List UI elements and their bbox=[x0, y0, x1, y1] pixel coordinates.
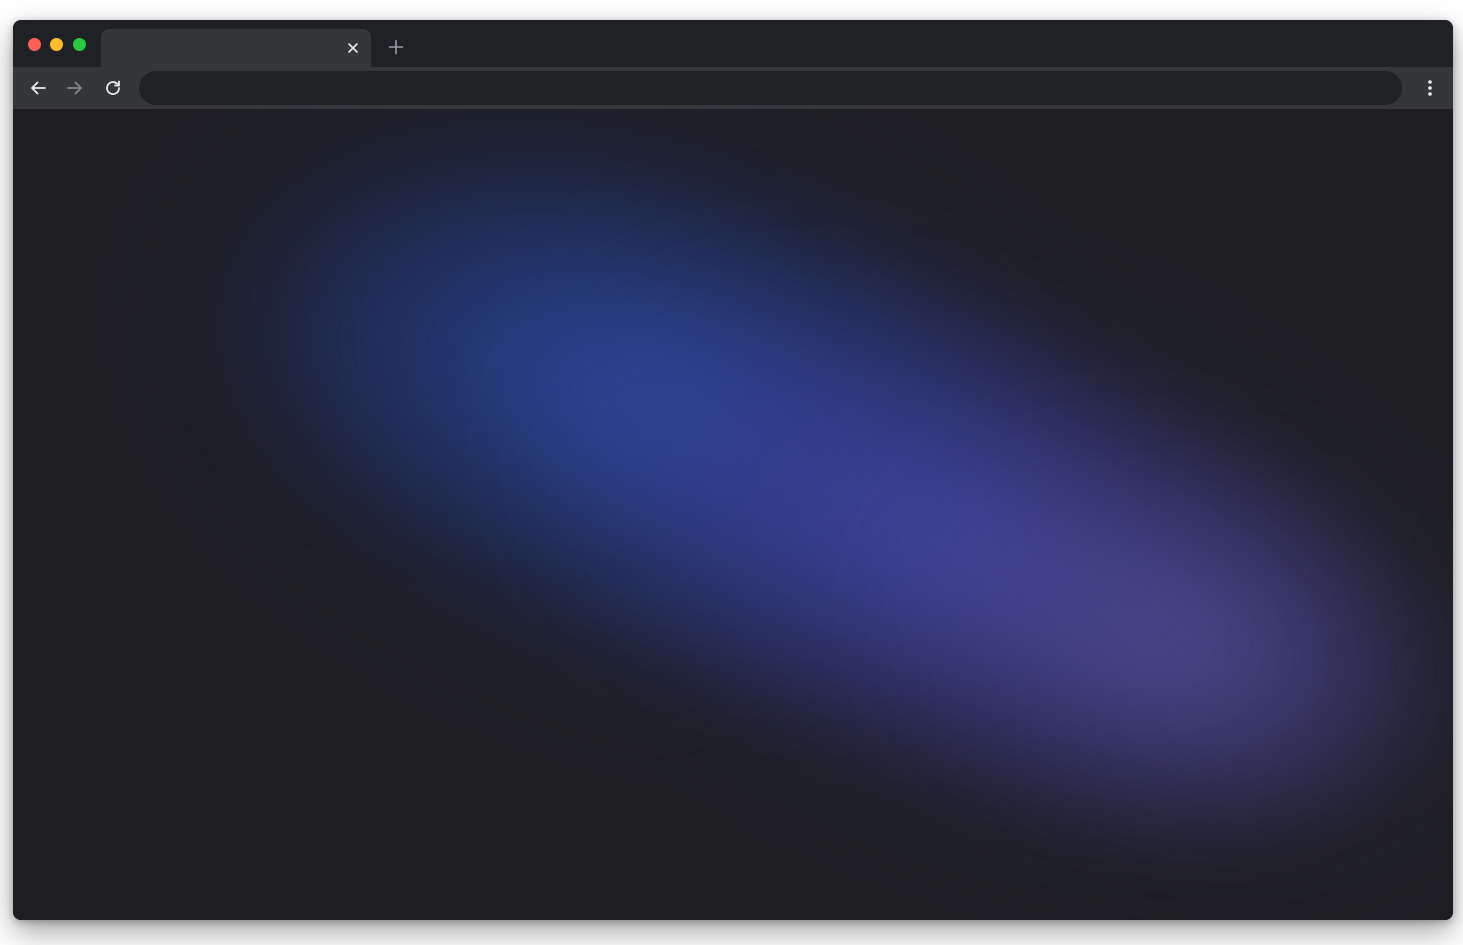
kebab-menu-icon[interactable] bbox=[1417, 75, 1443, 101]
browser-window bbox=[13, 20, 1453, 920]
plus-icon[interactable] bbox=[385, 36, 407, 58]
close-icon[interactable] bbox=[343, 38, 363, 58]
browser-tab[interactable] bbox=[101, 29, 371, 67]
window-close-button[interactable] bbox=[28, 38, 41, 51]
window-minimize-button[interactable] bbox=[50, 38, 63, 51]
address-bar-input[interactable] bbox=[139, 71, 1402, 105]
browser-toolbar bbox=[13, 67, 1453, 109]
page-viewport bbox=[13, 109, 1453, 920]
arrow-right-icon[interactable] bbox=[62, 75, 88, 101]
reload-icon[interactable] bbox=[100, 75, 126, 101]
window-maximize-button[interactable] bbox=[73, 38, 86, 51]
title-bar bbox=[13, 20, 1453, 67]
arrow-left-icon[interactable] bbox=[25, 75, 51, 101]
